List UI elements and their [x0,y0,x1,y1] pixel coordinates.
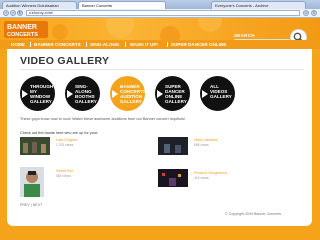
arrow-right-icon [112,90,118,98]
video-thumbnail[interactable] [158,169,188,187]
svg-text:CONCERTS: CONCERTS [7,32,38,38]
category-label: SING-ALONG BOOTHS GALLERY [75,84,97,104]
browser-tab-2[interactable]: Banner Concerts [78,1,166,9]
pagination[interactable]: PREV | NEXT [20,203,42,207]
site-logo[interactable]: BANNER CONCERTS [4,19,48,40]
nav-divider [125,42,126,47]
nav-divider [167,42,168,47]
category-label: SUPER DANCER ONLINE GALLERY [165,84,187,104]
nav-divider [86,42,87,47]
forward-icon[interactable]: › [10,10,16,16]
category-banner-concerts-audition[interactable]: BANNER CONCERTS AUDITION GALLERY [110,76,146,111]
nav-divider [30,42,31,47]
copyright-text: © Copyright 2009 Banner Concerts [225,212,281,216]
video-thumbnail[interactable] [20,167,44,197]
title-divider [20,69,304,70]
url-field[interactable]: rurhumy.com/ [26,10,300,16]
video-title[interactable]: Last Chapter [56,138,78,142]
video-title[interactable]: Wild Lullabies [194,138,217,142]
arrow-right-icon [67,90,73,98]
video-title[interactable]: Product Vengeance [194,171,227,175]
menu-icon[interactable]: ≡ [311,10,317,16]
arrow-right-icon [202,90,208,98]
video-thumbnail[interactable] [158,137,188,155]
video-views: 1 323 views [56,143,74,147]
arrow-right-icon [157,90,163,98]
check-out-text: Check out the bands here who are up for … [20,131,99,135]
video-views: 583 views [56,174,71,178]
nav-banner-concerts[interactable]: BANNER CONCERTS [34,40,81,49]
category-all-videos[interactable]: ALL VIDEOS GALLERY [200,76,235,111]
video-thumbnail[interactable] [20,137,50,155]
page-title: VIDEO GALLERY [20,55,110,67]
video-views: 419 views [194,176,209,180]
nav-home[interactable]: HOME [11,40,25,49]
site-header [0,18,320,40]
header-decoration [52,18,222,40]
video-views: 668 views [194,143,209,147]
nav-super-dancer-online[interactable]: SUPER DANCER ONLINE [171,40,226,49]
browser-tab-1[interactable]: Audition Winners Dulubsahan [2,1,77,9]
category-label: BANNER CONCERTS AUDITION GALLERY [120,84,146,104]
back-icon[interactable]: ‹ [3,10,9,16]
search-label: SEARCH [234,33,255,38]
gallery-intro: These guys know how to rock! Watch these… [20,117,186,121]
video-title[interactable]: Street Kid [56,169,73,173]
category-through-my-window[interactable]: THROUGH MY WINDOW GALLERY [20,76,55,111]
svg-text:BANNER: BANNER [7,24,37,31]
category-label: ALL VIDEOS GALLERY [210,84,232,99]
nav-mash-it-up[interactable]: MASH IT UP! [130,40,158,49]
browser-tab-3[interactable]: Everyone's Concerts - Archive [211,1,306,9]
star-icon[interactable]: ☆ [303,10,309,16]
nav-sing-along[interactable]: SING-ALONG [90,40,119,49]
arrow-right-icon [22,90,28,98]
category-super-dancer-online[interactable]: SUPER DANCER ONLINE GALLERY [155,76,190,111]
category-sing-along-booths[interactable]: SING-ALONG BOOTHS GALLERY [65,76,100,111]
category-label: THROUGH MY WINDOW GALLERY [30,84,54,104]
reload-icon[interactable]: ↻ [17,10,23,16]
